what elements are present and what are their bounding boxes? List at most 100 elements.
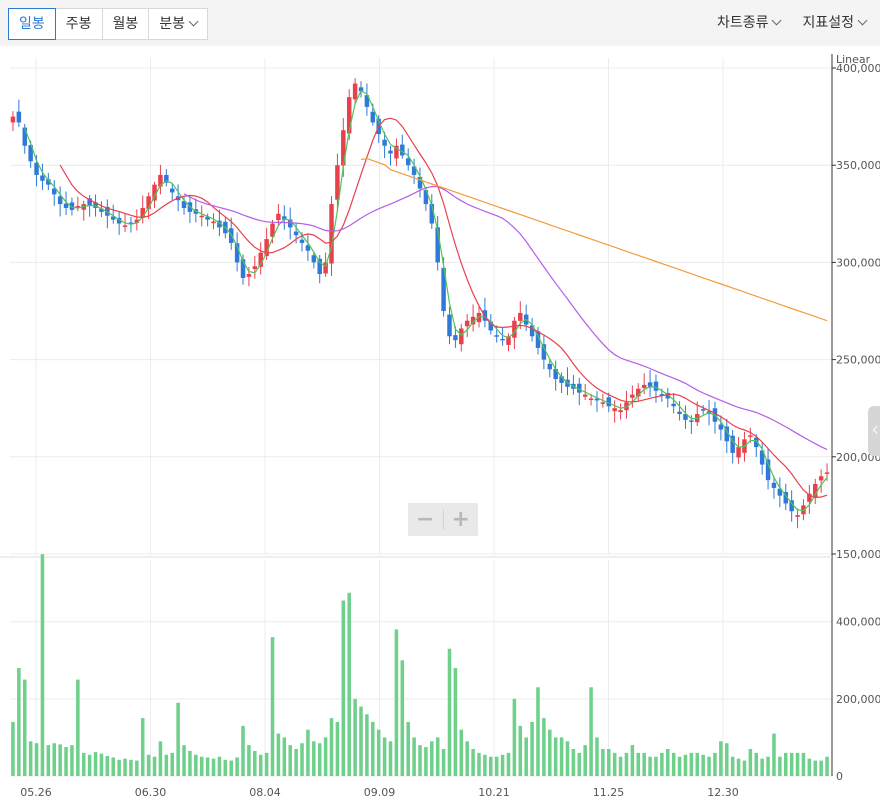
period-daily-tab[interactable]: 일봉: [8, 8, 56, 40]
volume-bar: [76, 679, 80, 776]
volume-bar: [140, 718, 145, 776]
candle-body: [588, 398, 594, 400]
candle-body: [677, 411, 682, 415]
volume-bar: [253, 750, 257, 776]
volume-bar: [789, 752, 794, 776]
volume-bar: [123, 758, 127, 776]
candle-body: [405, 158, 411, 166]
volume-bar: [677, 756, 682, 776]
volume-bar: [595, 737, 599, 776]
side-panel-toggle[interactable]: [868, 406, 880, 456]
volume-bar: [795, 752, 800, 776]
volume-bar: [742, 760, 747, 776]
volume-bar: [654, 756, 658, 776]
volume-bar: [724, 743, 729, 776]
volume-bar: [70, 745, 74, 776]
volume-bar: [430, 741, 434, 776]
volume-bar: [418, 745, 422, 776]
volume-bar: [825, 756, 829, 776]
volume-bar: [276, 733, 281, 776]
ma60-line: [183, 185, 828, 451]
candle-body: [700, 409, 706, 411]
chevron-down-icon: [857, 15, 868, 26]
volume-bar: [182, 745, 186, 776]
volume-bar: [129, 759, 133, 776]
candle-body: [771, 482, 777, 488]
volume-bar: [577, 752, 582, 776]
period-monthly-tab[interactable]: 월봉: [103, 9, 150, 39]
x-tick-label: 08.04: [249, 786, 281, 799]
volume-bar: [170, 752, 174, 776]
price-tick-label: 350,000: [836, 159, 880, 172]
x-tick-label: 12.30: [707, 786, 739, 799]
volume-bar: [707, 756, 711, 776]
volume-bar: [365, 714, 369, 776]
candle-body: [370, 111, 376, 123]
period-weekly-tab[interactable]: 주봉: [56, 9, 103, 39]
volume-bar: [111, 757, 116, 776]
volume-bar: [353, 698, 357, 776]
volume-bar: [258, 754, 263, 776]
candle-body: [352, 83, 358, 100]
volume-bar: [371, 722, 375, 776]
volume-bar: [506, 752, 511, 776]
volume-bar: [471, 749, 475, 776]
candle-body: [199, 215, 204, 218]
zoom-controls: − +: [408, 503, 478, 536]
volume-bar: [683, 754, 688, 776]
volume-bar: [382, 737, 387, 776]
volume-bar: [660, 752, 664, 776]
volume-tick-label: 0: [836, 770, 843, 783]
candle-body: [40, 175, 45, 181]
volume-bar: [205, 757, 210, 776]
candle-body: [500, 338, 505, 341]
candle-body: [671, 403, 676, 407]
volume-bar: [46, 745, 51, 776]
candle-body: [618, 410, 623, 413]
volume-bar: [146, 754, 151, 776]
volume-bar: [294, 749, 298, 776]
volume-bar: [612, 752, 617, 776]
candle-body: [447, 314, 452, 337]
volume-bar: [666, 749, 670, 776]
volume-bar: [607, 749, 611, 776]
volume-bar: [300, 743, 304, 776]
period-minute-dropdown[interactable]: 분봉: [149, 9, 207, 39]
volume-bar: [152, 756, 157, 776]
ma5-line: [24, 89, 828, 512]
volume-bar: [671, 752, 676, 776]
zoom-out-button[interactable]: −: [408, 503, 443, 536]
volume-bar: [583, 745, 587, 776]
volume-bar: [500, 754, 505, 776]
price-tick-label: 250,000: [836, 354, 880, 367]
candle-body: [16, 111, 22, 123]
candle-body: [518, 312, 523, 321]
volume-bar: [807, 758, 812, 776]
volume-bar: [376, 729, 381, 776]
volume-bar: [801, 752, 806, 776]
candle-body: [795, 515, 800, 517]
x-tick-label: 10.21: [478, 786, 510, 799]
volume-bar: [323, 737, 328, 776]
volume-bar: [359, 706, 363, 776]
indicator-settings-dropdown[interactable]: 지표설정: [802, 12, 868, 32]
volume-bar: [524, 737, 528, 776]
volume-bar: [648, 756, 652, 776]
volume-bar: [52, 743, 57, 776]
candle-body: [547, 363, 553, 370]
candle-body: [211, 221, 216, 224]
volume-bar: [288, 745, 292, 776]
volume-bar: [93, 752, 98, 776]
volume-bar: [264, 752, 269, 776]
stock-chart[interactable]: Linear 05.26 06.30 08.04 09.09 10.21 11.25 12.…: [0, 46, 880, 804]
candle-body: [276, 213, 281, 221]
chart-type-dropdown[interactable]: 차트종류: [717, 12, 782, 32]
candle-body: [612, 408, 617, 412]
volume-bar: [536, 687, 540, 776]
volume-bar: [164, 754, 169, 776]
volume-bar: [99, 753, 104, 776]
volume-bar: [211, 758, 216, 776]
price-tick-label: 150,000: [836, 548, 880, 561]
zoom-in-button[interactable]: +: [444, 503, 479, 536]
candle-body: [57, 196, 63, 205]
